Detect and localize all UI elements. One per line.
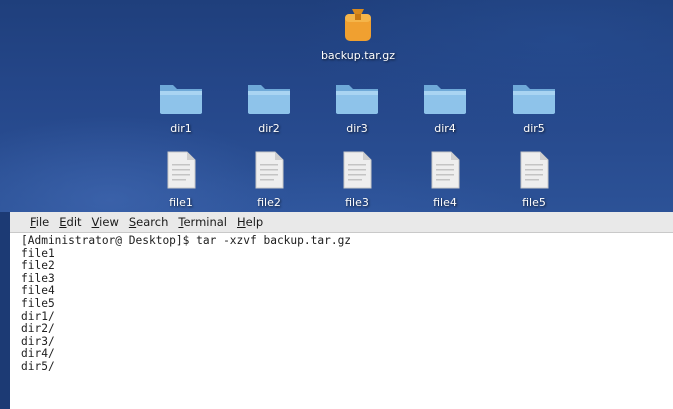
desktop-icon-file4[interactable]: file4 xyxy=(400,150,490,209)
file-label: file4 xyxy=(433,196,457,209)
desktop-icon-dir4[interactable]: dir4 xyxy=(400,80,490,135)
folder-icon xyxy=(424,85,466,114)
file-icon xyxy=(255,151,284,189)
archive-icon xyxy=(345,9,371,41)
desktop-icon-dir1[interactable]: dir1 xyxy=(136,80,226,135)
terminal-output-line: file5 xyxy=(21,296,55,310)
folder-icon xyxy=(248,85,290,114)
terminal-window[interactable]: File Edit View Search Terminal Help [Adm… xyxy=(8,212,673,409)
terminal-output-line: dir4/ xyxy=(21,347,55,361)
desktop-icon-file5[interactable]: file5 xyxy=(489,150,579,209)
folder-label: dir1 xyxy=(170,122,192,135)
terminal-output[interactable]: [Administrator@ Desktop]$ tar -xzvf back… xyxy=(10,233,673,374)
folder-label: dir3 xyxy=(346,122,368,135)
file-label: file5 xyxy=(522,196,546,209)
terminal-output-line: dir1/ xyxy=(21,309,55,323)
folder-label: dir4 xyxy=(434,122,456,135)
desktop-icon-dir5[interactable]: dir5 xyxy=(489,80,579,135)
terminal-menubar: File Edit View Search Terminal Help xyxy=(10,212,673,233)
desktop-icon-dir3[interactable]: dir3 xyxy=(312,80,402,135)
desktop-icon-file1[interactable]: file1 xyxy=(136,150,226,209)
terminal-output-line: file4 xyxy=(21,284,55,298)
terminal-command-line: [Administrator@ Desktop]$ tar -xzvf back… xyxy=(21,234,352,247)
terminal-output-line: dir2/ xyxy=(21,322,55,336)
file-label: file3 xyxy=(345,196,369,209)
terminal-output-line: file3 xyxy=(21,271,55,285)
file-label: file1 xyxy=(169,196,193,209)
desktop-icon-dir2[interactable]: dir2 xyxy=(224,80,314,135)
desktop: backup.tar.gz dir1 dir2 dir3 dir4 dir5 f… xyxy=(0,0,673,212)
folder-label: dir5 xyxy=(523,122,545,135)
desktop-icon-file3[interactable]: file3 xyxy=(312,150,402,209)
file-icon xyxy=(431,151,460,189)
menu-view[interactable]: View xyxy=(92,215,119,229)
archive-label: backup.tar.gz xyxy=(320,49,396,62)
terminal-output-line: dir3/ xyxy=(21,334,55,348)
desktop-icon-archive[interactable]: backup.tar.gz xyxy=(313,7,403,62)
menu-terminal[interactable]: Terminal xyxy=(178,215,227,229)
folder-icon xyxy=(513,85,555,114)
screen: backup.tar.gz dir1 dir2 dir3 dir4 dir5 f… xyxy=(0,0,673,409)
terminal-output-line: file1 xyxy=(21,246,55,260)
menu-edit[interactable]: Edit xyxy=(59,215,81,229)
file-icon xyxy=(520,151,549,189)
menu-help[interactable]: Help xyxy=(237,215,263,229)
folder-icon xyxy=(160,85,202,114)
menu-file[interactable]: File xyxy=(30,215,49,229)
terminal-output-line: dir5/ xyxy=(21,359,55,373)
file-icon xyxy=(343,151,372,189)
terminal-output-line: file2 xyxy=(21,259,55,273)
file-label: file2 xyxy=(257,196,281,209)
folder-label: dir2 xyxy=(258,122,280,135)
desktop-icon-file2[interactable]: file2 xyxy=(224,150,314,209)
folder-icon xyxy=(336,85,378,114)
menu-search[interactable]: Search xyxy=(129,215,169,229)
file-icon xyxy=(167,151,196,189)
